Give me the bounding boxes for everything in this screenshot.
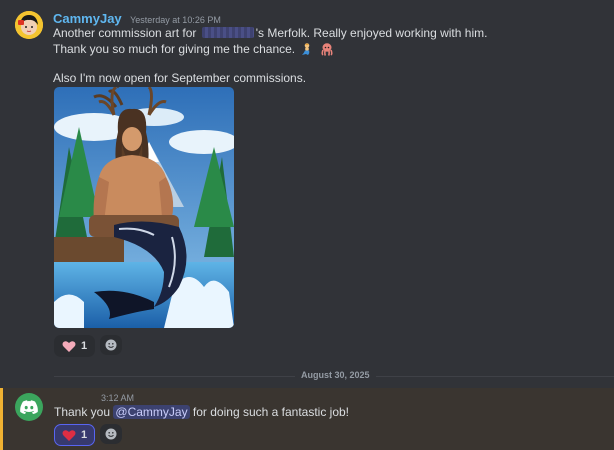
discord-logo-icon bbox=[20, 400, 38, 414]
smiley-icon bbox=[105, 339, 117, 351]
red-heart-icon bbox=[62, 429, 76, 441]
message-line-2-text: Thank you so much for giving me the chan… bbox=[53, 42, 296, 56]
smiley-icon bbox=[105, 428, 117, 440]
text-after-redaction: 's Merfolk. Really enjoyed working with … bbox=[255, 26, 488, 40]
merperson-emoji bbox=[302, 43, 310, 55]
username[interactable]: CammyJay bbox=[53, 11, 122, 26]
message2-reactions: 1 bbox=[54, 424, 123, 446]
reaction-pink-heart[interactable]: 1 bbox=[54, 335, 96, 357]
user-mention[interactable]: @CammyJay bbox=[113, 405, 190, 419]
reaction-count: 1 bbox=[81, 340, 88, 352]
reaction-red-heart[interactable]: 1 bbox=[54, 424, 96, 446]
reaction-count: 1 bbox=[81, 429, 88, 441]
message2-text: Thank you @CammyJay for doing such a fan… bbox=[54, 405, 349, 419]
text-after-mention: for doing such a fantastic job! bbox=[192, 405, 350, 419]
timestamp[interactable]: Yesterday at 10:26 PM bbox=[130, 15, 221, 25]
message-line-2: Thank you so much for giving me the chan… bbox=[53, 42, 334, 56]
text-before-mention: Thank you bbox=[54, 405, 111, 419]
message1-reactions: 1 bbox=[54, 335, 123, 357]
redacted-username bbox=[201, 27, 254, 38]
discord-avatar[interactable] bbox=[15, 393, 43, 421]
user-avatar[interactable] bbox=[15, 11, 43, 39]
pink-heart-icon bbox=[62, 340, 76, 352]
add-reaction-button[interactable] bbox=[100, 424, 123, 444]
message-mention-highlight: 3:12 AM Thank you @CammyJay for doing su… bbox=[0, 388, 614, 450]
text-before-redaction: Another commission art for bbox=[53, 26, 197, 40]
message-line-3: Also I'm now open for September commissi… bbox=[53, 71, 307, 85]
timestamp[interactable]: 3:12 AM bbox=[101, 393, 134, 403]
add-reaction-button[interactable] bbox=[100, 335, 123, 355]
octopus-emoji bbox=[321, 43, 333, 56]
message-line-1: Another commission art for 's Merfolk. R… bbox=[53, 26, 487, 40]
date-divider-label: August 30, 2025 bbox=[295, 370, 376, 380]
merfolk-commission-image[interactable] bbox=[54, 87, 234, 328]
message-cammyjay: CammyJay Yesterday at 10:26 PM Another c… bbox=[0, 0, 614, 362]
mention-highlight-bar bbox=[0, 388, 3, 450]
